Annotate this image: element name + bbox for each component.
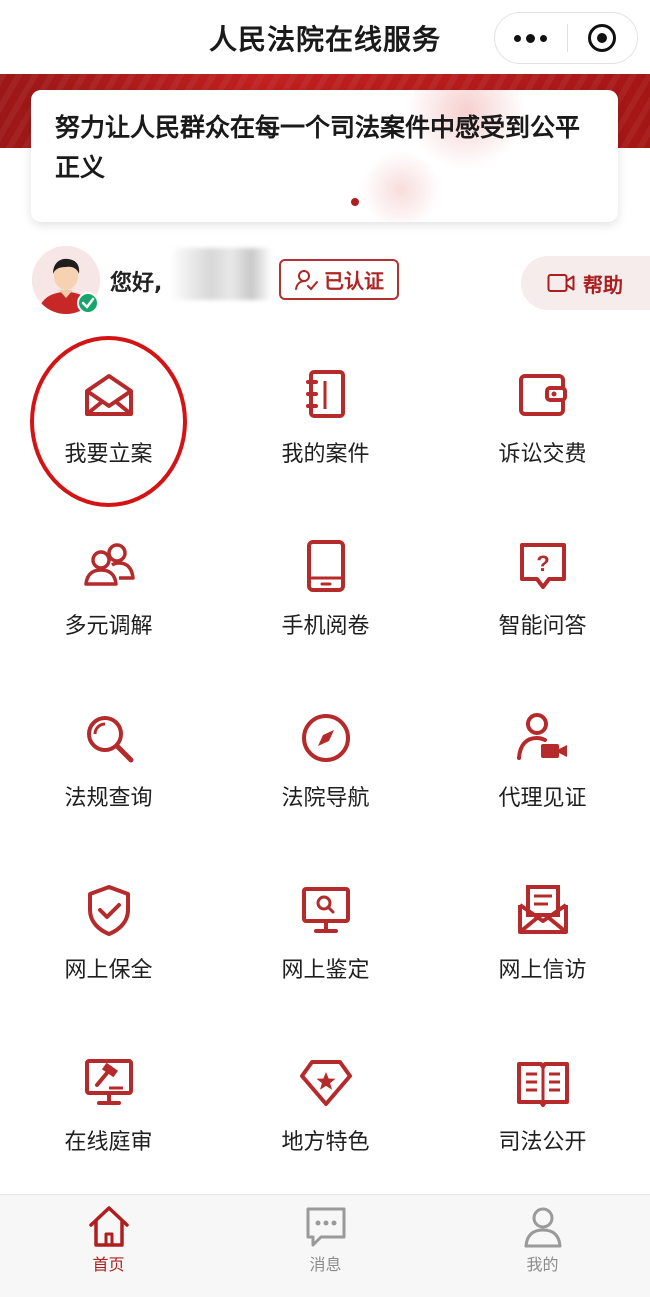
letter-icon bbox=[517, 885, 568, 934]
service-my-cases[interactable]: 我的案件 bbox=[217, 336, 434, 508]
service-mobile-reading[interactable]: 手机阅卷 bbox=[217, 508, 434, 680]
shield-check-icon bbox=[87, 885, 130, 936]
service-agent-witness[interactable]: 代理见证 bbox=[434, 680, 650, 852]
verified-user-icon bbox=[295, 269, 318, 290]
help-button[interactable]: 帮助 bbox=[521, 256, 650, 310]
tab-label: 我的 bbox=[526, 1255, 559, 1274]
service-label: 代理见证 bbox=[498, 786, 587, 811]
avatar[interactable] bbox=[32, 246, 100, 314]
service-local-features[interactable]: 地方特色 bbox=[217, 1024, 434, 1196]
notebook-icon bbox=[305, 370, 345, 418]
service-court-navigation[interactable]: 法院导航 bbox=[217, 680, 434, 852]
compass-icon bbox=[301, 714, 350, 762]
service-label: 智能问答 bbox=[498, 614, 587, 639]
service-label: 多元调解 bbox=[64, 614, 153, 639]
service-label: 手机阅卷 bbox=[281, 614, 370, 639]
banner-slogan: 努力让人民群众在每一个司法案件中感受到公平正义 bbox=[55, 113, 581, 182]
tablet-icon bbox=[306, 540, 345, 592]
monitor-gavel-icon bbox=[84, 1059, 133, 1105]
service-label: 地方特色 bbox=[281, 1130, 370, 1155]
message-icon bbox=[306, 1207, 345, 1247]
home-icon bbox=[88, 1206, 129, 1247]
verified-badge[interactable]: 已认证 bbox=[279, 259, 399, 300]
service-smart-qa[interactable]: ? 智能问答 bbox=[434, 508, 650, 680]
service-litigation-fee[interactable]: 诉讼交费 bbox=[434, 336, 650, 508]
wallet-icon bbox=[518, 374, 567, 416]
magnifier-icon bbox=[86, 716, 133, 763]
service-label: 司法公开 bbox=[498, 1130, 587, 1155]
banner-carousel[interactable]: 努力让人民群众在每一个司法案件中感受到公平正义 bbox=[31, 90, 618, 222]
user-icon bbox=[524, 1207, 561, 1248]
bottom-tab-bar: 首页 消息 我的 bbox=[0, 1194, 650, 1297]
service-online-appraisal[interactable]: 网上鉴定 bbox=[217, 852, 434, 1024]
service-mediation[interactable]: 多元调解 bbox=[0, 508, 217, 680]
monitor-search-icon bbox=[301, 887, 350, 933]
envelope-open-icon bbox=[84, 374, 133, 416]
blurred-username bbox=[170, 248, 272, 300]
service-label: 法院导航 bbox=[281, 786, 370, 811]
mini-program-capsule bbox=[494, 12, 638, 64]
svg-text:?: ? bbox=[536, 551, 549, 576]
question-bubble-icon: ? bbox=[519, 543, 566, 589]
service-label: 网上保全 bbox=[64, 958, 153, 983]
more-menu-icon[interactable] bbox=[495, 13, 567, 63]
service-online-trial[interactable]: 在线庭审 bbox=[0, 1024, 217, 1196]
service-law-search[interactable]: 法规查询 bbox=[0, 680, 217, 852]
tab-messages[interactable]: 消息 bbox=[217, 1195, 434, 1297]
top-bar: 人民法院在线服务 bbox=[0, 0, 650, 74]
service-label: 诉讼交费 bbox=[498, 442, 587, 467]
tab-label: 消息 bbox=[309, 1255, 342, 1274]
service-label: 我要立案 bbox=[64, 442, 153, 467]
service-judicial-openness[interactable]: 司法公开 bbox=[434, 1024, 650, 1196]
help-label: 帮助 bbox=[583, 272, 623, 297]
people-icon bbox=[83, 543, 135, 586]
service-label: 我的案件 bbox=[281, 442, 370, 467]
carousel-indicator-dot[interactable] bbox=[351, 198, 359, 206]
gem-star-icon bbox=[299, 1060, 352, 1106]
open-book-icon bbox=[516, 1062, 569, 1107]
tab-label: 首页 bbox=[92, 1255, 125, 1274]
close-program-icon[interactable] bbox=[568, 13, 638, 63]
tab-mine[interactable]: 我的 bbox=[434, 1195, 650, 1297]
person-video-icon bbox=[516, 713, 567, 760]
service-file-case[interactable]: 我要立案 bbox=[0, 336, 217, 508]
tab-home[interactable]: 首页 bbox=[0, 1195, 217, 1297]
service-label: 在线庭审 bbox=[64, 1130, 153, 1155]
greeting-text: 您好, bbox=[110, 271, 163, 296]
service-online-petition[interactable]: 网上信访 bbox=[434, 852, 650, 1024]
service-label: 法规查询 bbox=[64, 786, 153, 811]
service-label: 网上信访 bbox=[498, 958, 587, 983]
video-camera-icon bbox=[547, 274, 575, 292]
service-online-preservation[interactable]: 网上保全 bbox=[0, 852, 217, 1024]
verified-label: 已认证 bbox=[324, 269, 384, 293]
service-label: 网上鉴定 bbox=[281, 958, 370, 983]
